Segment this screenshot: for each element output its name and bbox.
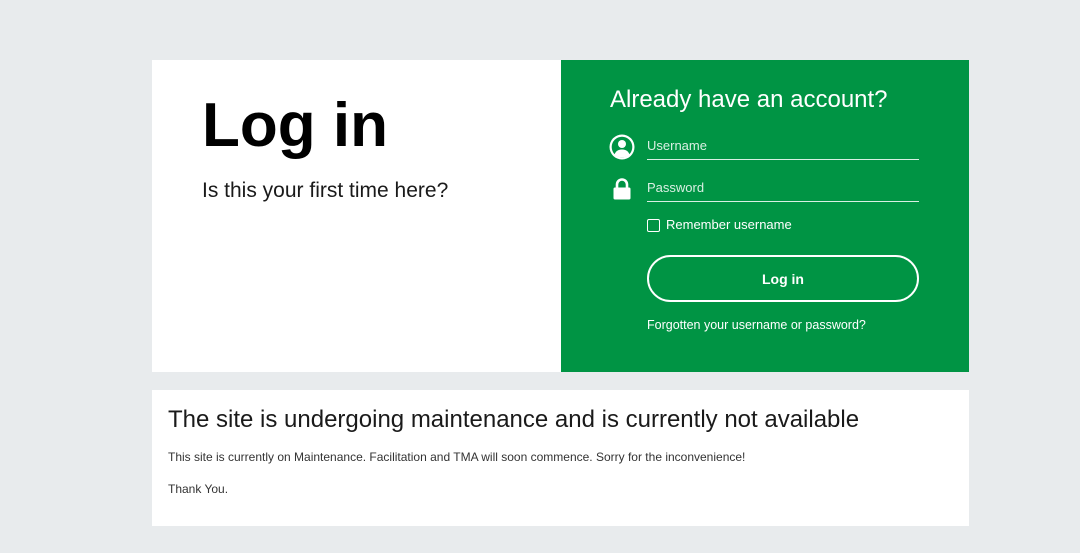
notice-thanks: Thank You. [168, 482, 229, 496]
forgot-credentials-link[interactable]: Forgotten your username or password? [647, 317, 866, 333]
notice-title: The site is undergoing maintenance and i… [168, 406, 860, 433]
login-card: Log in Is this your first time here? Alr… [152, 60, 969, 372]
login-form-panel: Already have an account? Remember userna… [561, 60, 969, 372]
username-row [609, 132, 919, 160]
maintenance-notice: The site is undergoing maintenance and i… [152, 390, 969, 526]
lock-icon [613, 178, 631, 200]
intro-panel: Log in Is this your first time here? [152, 60, 561, 372]
first-time-text: Is this your first time here? [202, 179, 449, 202]
account-heading: Already have an account? [610, 86, 888, 113]
remember-label: Remember username [666, 217, 792, 232]
remember-checkbox[interactable] [647, 218, 660, 232]
password-input[interactable] [647, 174, 919, 202]
page-title: Log in [202, 91, 388, 160]
username-input[interactable] [647, 132, 919, 160]
notice-body: This site is currently on Maintenance. F… [168, 450, 746, 464]
remember-username[interactable]: Remember username [647, 217, 792, 233]
password-row [609, 174, 919, 202]
login-button[interactable]: Log in [647, 255, 919, 302]
user-icon [609, 134, 635, 160]
